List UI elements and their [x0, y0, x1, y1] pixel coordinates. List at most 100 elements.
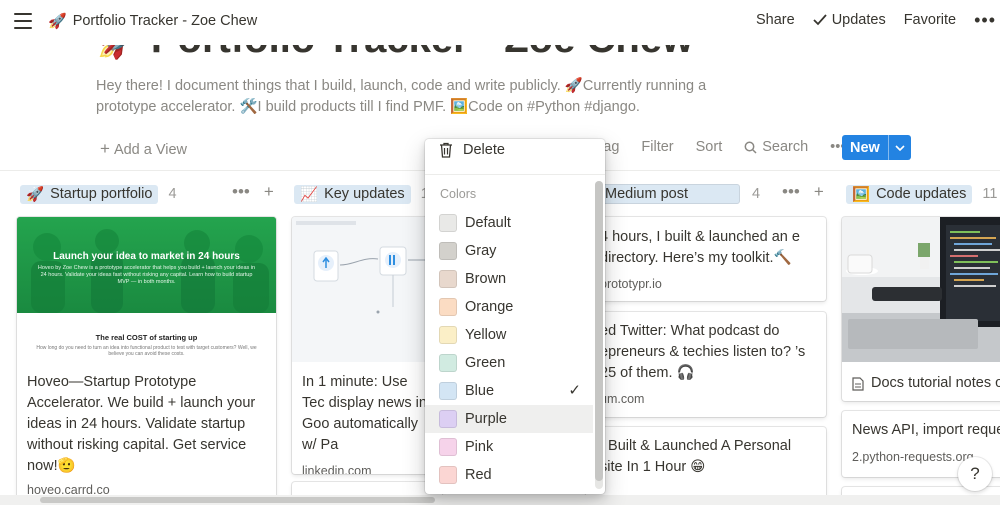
card-url: prototypr.io — [600, 277, 662, 291]
menu-scrollbar[interactable] — [595, 181, 603, 489]
view-tools: Tag Filter Sort Search ••• — [596, 139, 867, 155]
search-label: Search — [762, 139, 809, 155]
color-label: Purple — [465, 411, 507, 427]
sort-button[interactable]: Sort — [696, 139, 723, 155]
plus-icon[interactable]: + — [264, 182, 274, 202]
delete-button[interactable]: Delete — [439, 142, 505, 158]
color-option-orange[interactable]: Orange — [425, 293, 593, 321]
card-medium-2[interactable]: ed Twitter: What podcast do epreneurs & … — [586, 312, 826, 417]
card-title: In 1 minute: Use Tec display news in Goo… — [302, 374, 427, 453]
column-tag-keyupdates[interactable]: 📈 Key updates — [294, 184, 411, 204]
cover-hero: Launch your idea to market in 24 hours H… — [17, 217, 276, 313]
more-icon[interactable]: ••• — [974, 11, 996, 29]
column-header-code: 🖼️ Code updates 11 — [846, 183, 997, 205]
column-header-startup: 🚀 Startup portfolio 4 — [20, 183, 177, 205]
color-label: Blue — [465, 383, 495, 399]
cover-lower: The real COST of starting up How long do… — [17, 313, 276, 362]
help-button[interactable]: ? — [958, 457, 992, 491]
menu-scrollbar-thumb[interactable] — [595, 181, 603, 481]
delete-label: Delete — [463, 142, 505, 158]
chart-icon: 📈 — [300, 186, 319, 203]
color-label: Pink — [465, 439, 494, 455]
add-view-button[interactable]: + Add a View — [100, 139, 187, 159]
color-label: Default — [465, 215, 511, 231]
top-bar: 🚀 Portfolio Tracker - Zoe Chew Share Upd… — [0, 0, 1000, 45]
color-option-brown[interactable]: Brown — [425, 265, 593, 293]
breadcrumb[interactable]: 🚀 Portfolio Tracker - Zoe Chew — [48, 12, 257, 30]
check-icon: ✓ — [568, 382, 581, 399]
card-medium-1[interactable]: 4 hours, I built & launched an e directo… — [586, 217, 826, 301]
new-button-label[interactable]: New — [842, 140, 888, 156]
card-title: I Built & Launched A Personal site In 1 … — [600, 438, 792, 475]
color-option-red[interactable]: Red — [425, 461, 593, 489]
card-startup[interactable]: Launch your idea to market in 24 hours H… — [17, 217, 276, 505]
trash-icon — [440, 142, 452, 158]
column-tag-medium[interactable]: Medium post — [598, 184, 740, 204]
cover-lower-subtitle: How long do you need to turn an idea int… — [36, 345, 257, 357]
cover-lower-title: The real COST of starting up — [95, 333, 198, 342]
color-option-gray[interactable]: Gray — [425, 237, 593, 265]
menu-icon[interactable] — [14, 13, 32, 29]
column-header-medium: Medium post 4 — [598, 183, 760, 205]
card-title: News API, import reque — [852, 422, 1000, 438]
column-label: Code updates — [876, 186, 967, 202]
color-swatch — [439, 298, 457, 316]
color-label: Brown — [465, 271, 507, 287]
search-icon — [744, 141, 757, 154]
column-actions-medium: ••• + — [782, 182, 824, 202]
card-cover — [292, 217, 442, 362]
column-label: Medium post — [605, 186, 689, 202]
column-tag-code[interactable]: 🖼️ Code updates — [846, 184, 973, 204]
color-swatch — [439, 326, 457, 344]
card-title: ed Twitter: What podcast do epreneurs & … — [600, 323, 806, 381]
desk-photo-image — [842, 217, 1000, 362]
search-button[interactable]: Search — [744, 139, 808, 155]
color-swatch — [439, 382, 457, 400]
rocket-icon: 🚀 — [26, 186, 45, 203]
card-url: um.com — [600, 392, 645, 406]
column-tag-startup[interactable]: 🚀 Startup portfolio — [20, 184, 159, 204]
column-label: Key updates — [324, 186, 405, 202]
more-icon[interactable]: ••• — [782, 182, 800, 202]
color-swatch — [439, 438, 457, 456]
color-swatch — [439, 410, 457, 428]
color-swatch — [439, 354, 457, 372]
card-keyupdate[interactable]: In 1 minute: Use Tec display news in Goo… — [292, 217, 442, 474]
color-option-blue[interactable]: Blue ✓ — [425, 377, 593, 405]
color-option-pink[interactable]: Pink — [425, 433, 593, 461]
updates-button[interactable]: Updates — [813, 12, 886, 28]
card-code-1[interactable]: Docs tutorial notes o — [842, 217, 1000, 401]
cover-subtitle: Hoveo by Zoe Chew is a prototype acceler… — [37, 265, 256, 285]
color-label: Gray — [465, 243, 497, 259]
color-option-yellow[interactable]: Yellow — [425, 321, 593, 349]
more-icon[interactable]: ••• — [232, 182, 250, 202]
card-url: linkedin.com — [302, 464, 372, 474]
plus-icon[interactable]: + — [814, 182, 824, 202]
card-title: Hoveo—Startup Prototype Accelerator. We … — [27, 374, 256, 474]
chevron-down-icon[interactable] — [887, 135, 911, 160]
frame-icon: 🖼️ — [852, 186, 871, 203]
diagram-image — [296, 221, 438, 314]
color-swatch — [439, 242, 457, 260]
column-options-menu: Delete Colors Default Gray Brown Orange … — [425, 139, 605, 494]
share-button[interactable]: Share — [756, 12, 795, 28]
filter-button[interactable]: Filter — [641, 139, 673, 155]
breadcrumb-label: Portfolio Tracker - Zoe Chew — [72, 13, 258, 29]
board-horizontal-scrollbar[interactable] — [0, 495, 1000, 505]
column-actions-startup: ••• + — [232, 182, 274, 202]
card-medium-3[interactable]: I Built & Launched A Personal site In 1 … — [586, 427, 826, 505]
color-label: Green — [465, 355, 506, 371]
cover-title: Launch your idea to market in 24 hours — [53, 251, 240, 262]
color-swatch — [439, 214, 457, 232]
color-option-default[interactable]: Default — [425, 209, 593, 237]
column-header-keyupdates: 📈 Key updates 14 — [294, 183, 437, 205]
favorite-button[interactable]: Favorite — [904, 12, 956, 28]
color-option-green[interactable]: Green — [425, 349, 593, 377]
scrollbar-thumb[interactable] — [40, 497, 435, 503]
menu-divider — [425, 174, 605, 175]
column-count: 11 — [982, 186, 998, 202]
rocket-icon: 🚀 — [48, 13, 67, 30]
color-option-purple[interactable]: Purple — [425, 405, 593, 433]
column-count: 4 — [168, 186, 177, 202]
card-title: 4 hours, I built & launched an e directo… — [600, 229, 800, 266]
